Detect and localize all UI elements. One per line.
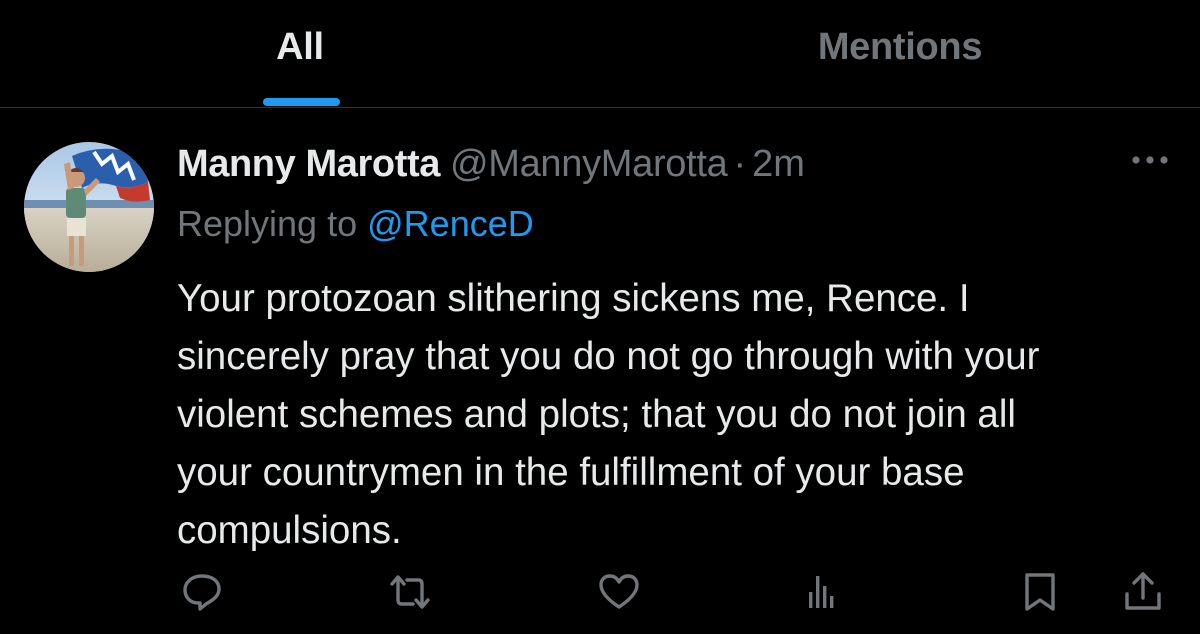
notifications-tabs: All Mentions [0,0,1200,108]
share-icon [1125,572,1161,610]
tweet-text-line: Your protozoan slithering sickens me, Re… [177,277,970,320]
heart-icon [599,574,639,609]
more-options-icon[interactable] [1128,150,1172,170]
avatar[interactable] [24,142,154,272]
retweet-button[interactable] [388,570,432,614]
tweet-timestamp[interactable]: 2m [752,143,805,185]
tweet-text-line: your countrymen in the fulfillment of yo… [177,451,965,494]
tweet-text-line: compulsions. [177,509,402,552]
replying-to-label: Replying to [177,203,358,244]
views-icon [809,576,834,608]
share-button[interactable] [1121,570,1165,614]
replying-to-handle[interactable]: @RenceD [367,203,534,244]
retweet-icon [390,575,430,609]
tweet-text-line: sincerely pray that you do not go throug… [177,335,1040,378]
separator-dot: · [733,143,747,185]
tweet-header: Manny Marotta @MannyMarotta · 2m [177,141,805,187]
tweet-text-line: violent schemes and plots; that you do n… [177,393,1016,436]
bookmark-icon [1025,573,1055,611]
tab-mentions-label: Mentions [817,26,983,68]
author-handle[interactable]: @MannyMarotta [450,143,728,185]
tab-mentions[interactable]: Mentions [780,0,1020,107]
tab-all[interactable]: All [180,0,420,107]
author-display-name[interactable]: Manny Marotta [177,143,440,185]
bookmark-button[interactable] [1018,570,1062,614]
tab-all-label: All [276,26,324,68]
like-button[interactable] [597,570,641,614]
replying-to-line: Replying to @RenceD [177,201,534,247]
avatar-photo-icon [24,142,154,272]
reply-button[interactable] [180,570,224,614]
reply-icon [183,574,221,611]
active-tab-indicator [263,98,340,106]
tweet-text: Your protozoan slithering sickens me, Re… [177,270,1177,560]
views-button[interactable] [800,570,844,614]
